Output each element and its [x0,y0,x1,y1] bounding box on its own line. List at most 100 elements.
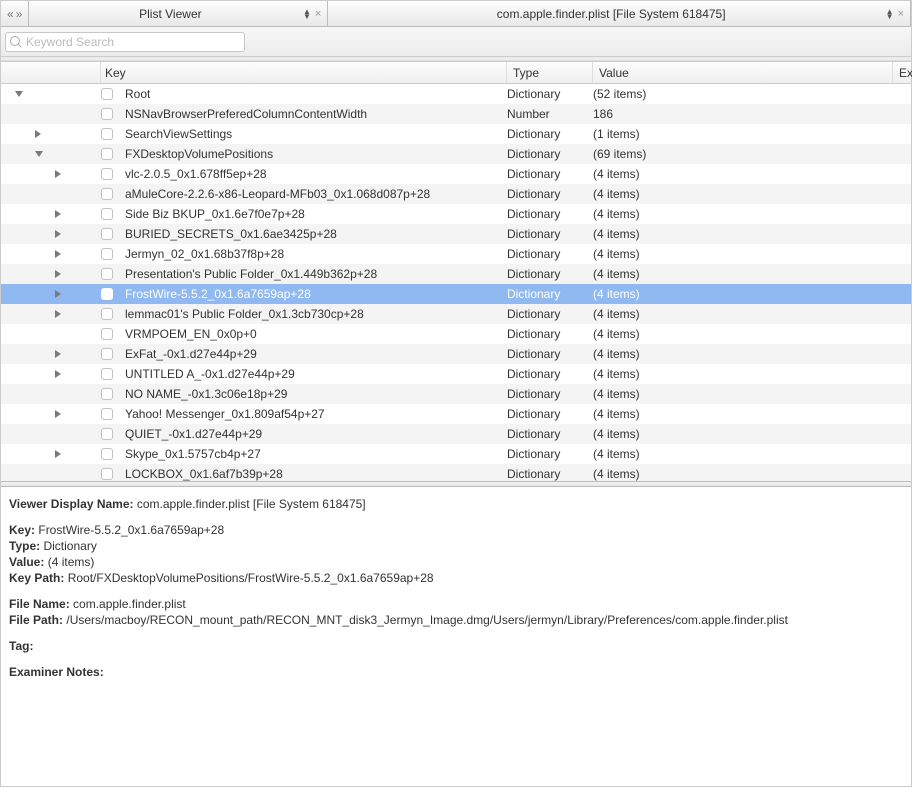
disclosure-right-icon[interactable] [55,290,61,298]
table-row[interactable]: vlc-2.0.5_0x1.678ff5ep+28Dictionary(4 it… [1,164,911,184]
disclosure-right-icon[interactable] [35,130,41,138]
tab-sort-icon[interactable]: ▲▼ [303,9,311,19]
col-header-value[interactable]: Value [593,62,893,83]
table-row[interactable]: UNTITLED A_-0x1.d27e44p+29Dictionary(4 i… [1,364,911,384]
cell-value: (4 items) [593,207,893,221]
table-row[interactable]: aMuleCore-2.2.6-x86-Leopard-MFb03_0x1.06… [1,184,911,204]
cell-value: (4 items) [593,247,893,261]
disclosure-right-icon[interactable] [55,270,61,278]
col-header-ex[interactable]: Ex [893,62,911,83]
row-checkbox[interactable] [101,448,113,460]
nav-back-icon[interactable]: « [7,7,14,21]
table-row[interactable]: Jermyn_02_0x1.68b37f8p+28Dictionary(4 it… [1,244,911,264]
label-key: Key: [9,523,35,537]
col-header-gutter[interactable] [1,62,101,83]
key-text: FXDesktopVolumePositions [125,147,273,161]
row-checkbox[interactable] [101,168,113,180]
table-row[interactable]: Skype_0x1.5757cb4p+27Dictionary(4 items) [1,444,911,464]
tab-plist-file[interactable]: com.apple.finder.plist [File System 6184… [328,1,911,26]
disclosure-right-icon[interactable] [55,210,61,218]
disclosure-right-icon[interactable] [55,230,61,238]
label-value: Value: [9,555,44,569]
table-row[interactable]: FrostWire-5.5.2_0x1.6a7659ap+28Dictionar… [1,284,911,304]
row-checkbox[interactable] [101,88,113,100]
label-file-path: File Path: [9,613,63,627]
search-input[interactable] [26,35,240,49]
table-row[interactable]: LOCKBOX_0x1.6af7b39p+28Dictionary(4 item… [1,464,911,481]
row-checkbox[interactable] [101,228,113,240]
tab-sort-icon[interactable]: ▲▼ [886,9,894,19]
close-icon[interactable]: × [896,8,906,20]
cell-key: VRMPOEM_EN_0x0p+0 [101,327,507,341]
disclosure-right-icon[interactable] [55,370,61,378]
cell-type: Dictionary [507,387,593,401]
cell-key: ExFat_-0x1.d27e44p+29 [101,347,507,361]
table-row[interactable]: VRMPOEM_EN_0x0p+0Dictionary(4 items) [1,324,911,344]
key-text: vlc-2.0.5_0x1.678ff5ep+28 [125,167,267,181]
table-row[interactable]: NSNavBrowserPreferedColumnContentWidthNu… [1,104,911,124]
cell-value: (1 items) [593,127,893,141]
row-checkbox[interactable] [101,128,113,140]
table-row[interactable]: RootDictionary(52 items) [1,84,911,104]
row-checkbox[interactable] [101,208,113,220]
row-checkbox[interactable] [101,288,113,300]
disclosure-right-icon[interactable] [55,350,61,358]
table-row[interactable]: NO NAME_-0x1.3c06e18p+29Dictionary(4 ite… [1,384,911,404]
table-row[interactable]: Presentation's Public Folder_0x1.449b362… [1,264,911,284]
row-checkbox[interactable] [101,428,113,440]
key-text: LOCKBOX_0x1.6af7b39p+28 [125,467,283,481]
disclosure-right-icon[interactable] [55,310,61,318]
row-checkbox[interactable] [101,188,113,200]
table-row[interactable]: Yahoo! Messenger_0x1.809af54p+27Dictiona… [1,404,911,424]
row-checkbox[interactable] [101,328,113,340]
tab-plist-viewer[interactable]: Plist Viewer ▲▼ × [28,1,328,26]
key-text: Jermyn_02_0x1.68b37f8p+28 [125,247,284,261]
disclosure-down-icon[interactable] [15,91,23,97]
table-row[interactable]: lemmac01's Public Folder_0x1.3cb730cp+28… [1,304,911,324]
col-header-type[interactable]: Type [507,62,593,83]
cell-type: Dictionary [507,167,593,181]
row-checkbox[interactable] [101,268,113,280]
row-checkbox[interactable] [101,108,113,120]
key-text: QUIET_-0x1.d27e44p+29 [125,427,262,441]
row-checkbox[interactable] [101,368,113,380]
nav-chevrons[interactable]: « » [1,1,28,26]
cell-value: (4 items) [593,227,893,241]
close-icon[interactable]: × [313,8,323,20]
table-row[interactable]: BURIED_SECRETS_0x1.6ae3425p+28Dictionary… [1,224,911,244]
row-checkbox[interactable] [101,308,113,320]
cell-key: NO NAME_-0x1.3c06e18p+29 [101,387,507,401]
row-checkbox[interactable] [101,408,113,420]
row-gutter [1,310,101,318]
search-field[interactable] [5,32,245,52]
disclosure-down-icon[interactable] [35,151,43,157]
disclosure-right-icon[interactable] [55,450,61,458]
cell-key: FrostWire-5.5.2_0x1.6a7659ap+28 [101,287,507,301]
row-checkbox[interactable] [101,248,113,260]
cell-type: Dictionary [507,307,593,321]
row-checkbox[interactable] [101,348,113,360]
disclosure-right-icon[interactable] [55,410,61,418]
cell-value: (52 items) [593,87,893,101]
cell-key: Skype_0x1.5757cb4p+27 [101,447,507,461]
nav-forward-icon[interactable]: » [16,7,23,21]
table-body[interactable]: RootDictionary(52 items)NSNavBrowserPref… [1,84,911,481]
row-checkbox[interactable] [101,388,113,400]
key-text: aMuleCore-2.2.6-x86-Leopard-MFb03_0x1.06… [125,187,430,201]
row-checkbox[interactable] [101,148,113,160]
cell-type: Dictionary [507,147,593,161]
table-row[interactable]: QUIET_-0x1.d27e44p+29Dictionary(4 items) [1,424,911,444]
table-row[interactable]: FXDesktopVolumePositionsDictionary(69 it… [1,144,911,164]
disclosure-none [55,390,61,398]
value-viewer-display-name: com.apple.finder.plist [File System 6184… [137,497,366,511]
row-checkbox[interactable] [101,468,113,480]
label-file-name: File Name: [9,597,70,611]
table-row[interactable]: Side Biz BKUP_0x1.6e7f0e7p+28Dictionary(… [1,204,911,224]
table-row[interactable]: ExFat_-0x1.d27e44p+29Dictionary(4 items) [1,344,911,364]
col-header-key[interactable]: Key [101,62,507,83]
key-text: Yahoo! Messenger_0x1.809af54p+27 [125,407,325,421]
table-row[interactable]: SearchViewSettingsDictionary(1 items) [1,124,911,144]
cell-key: vlc-2.0.5_0x1.678ff5ep+28 [101,167,507,181]
disclosure-right-icon[interactable] [55,170,61,178]
disclosure-right-icon[interactable] [55,250,61,258]
